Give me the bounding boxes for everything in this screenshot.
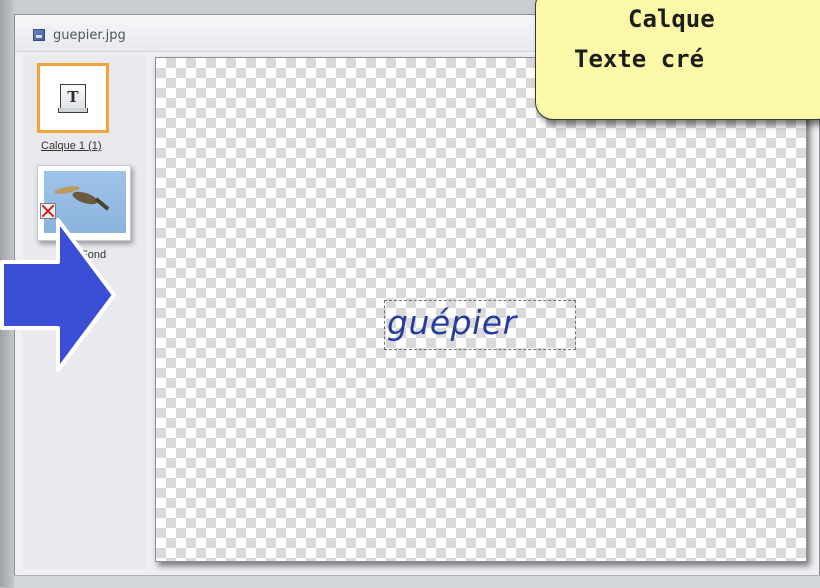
text-selection-box[interactable]: guépier xyxy=(384,300,576,350)
layer-label-calque-1[interactable]: Calque 1 (1) xyxy=(41,140,102,152)
window-title: guepier.jpg xyxy=(53,28,126,43)
image-canvas[interactable]: guépier xyxy=(155,57,807,562)
bird-body xyxy=(71,189,99,207)
annotation-callout: Calque Texte cré xyxy=(535,0,820,120)
status-bar xyxy=(14,575,820,588)
bird-tail xyxy=(94,197,110,211)
layer-thumbnail-calque-1[interactable]: T xyxy=(37,63,109,133)
image-document-icon xyxy=(33,29,45,41)
text-layer-icon-base xyxy=(58,108,88,113)
arrow-right-icon xyxy=(0,218,116,372)
canvas-text-guepier: guépier xyxy=(387,303,517,342)
text-layer-icon: T xyxy=(60,84,86,110)
callout-line-2: Texte cré xyxy=(574,45,705,73)
arrow-shape xyxy=(0,218,116,372)
callout-line-1: Calque xyxy=(628,5,715,33)
